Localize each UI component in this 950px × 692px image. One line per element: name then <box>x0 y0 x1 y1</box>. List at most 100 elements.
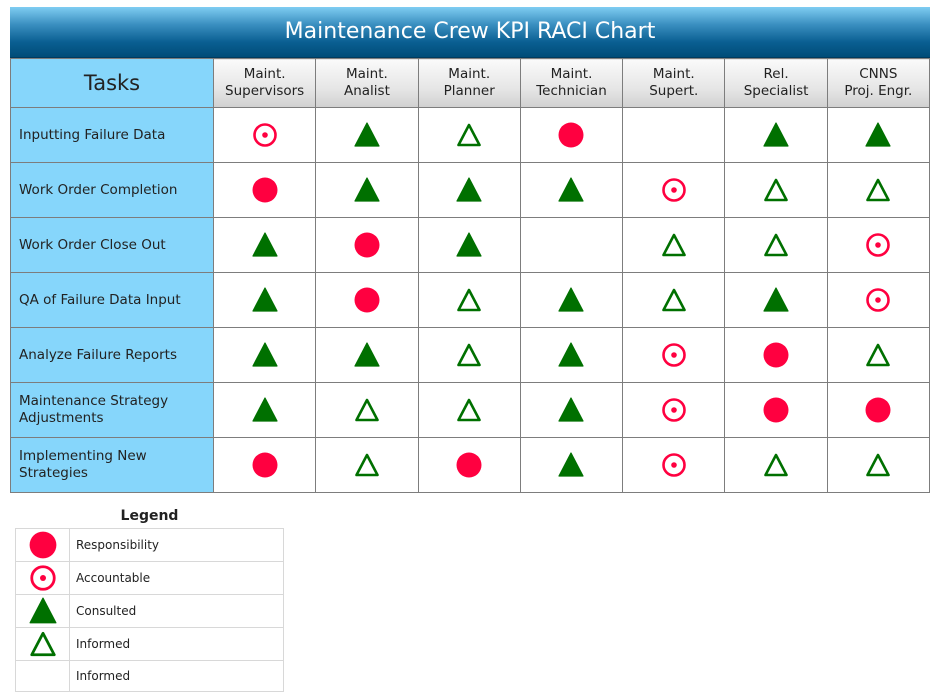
informed-triangle-icon <box>29 631 56 657</box>
raci-cell-r <box>826 382 931 438</box>
raci-cell-c <box>519 162 624 218</box>
column-header: Maint. Supervisors <box>212 58 317 108</box>
column-header-line: Technician <box>536 83 607 99</box>
informed-triangle-icon <box>764 178 788 202</box>
accountable-ring-icon <box>866 233 891 257</box>
column-header: Maint. Planner <box>417 58 521 108</box>
consulted-triangle-icon <box>252 287 278 312</box>
raci-cell-a <box>826 217 931 273</box>
consulted-triangle-icon <box>558 177 585 202</box>
accountable-ring-icon <box>29 565 56 591</box>
responsible-circle-icon <box>252 452 278 478</box>
consulted-triangle-icon <box>558 342 585 367</box>
table-row: Maintenance Strategy Adjustments <box>10 382 931 438</box>
legend-entry: Consulted <box>15 594 284 628</box>
accountable-ring-icon <box>661 178 686 202</box>
chart-title: Maintenance Crew KPI RACI Chart <box>10 7 930 58</box>
raci-cell-i <box>622 272 726 328</box>
legend-label: Informed <box>69 627 284 661</box>
raci-cell-a <box>826 272 931 328</box>
raci-cell-c <box>212 382 317 438</box>
informed-triangle-icon <box>866 453 891 477</box>
informed-triangle-icon <box>764 233 788 257</box>
legend-label: Responsibility <box>69 528 284 562</box>
raci-cell-i <box>315 382 419 438</box>
column-header-line: Planner <box>443 83 495 99</box>
responsible-circle-icon <box>252 177 278 203</box>
consulted-triangle-icon <box>763 287 789 312</box>
column-header-line: Maint. <box>243 66 286 82</box>
legend: Legend Responsibility Accountable Consulte… <box>15 506 284 692</box>
column-header-line: Maint. <box>550 66 593 82</box>
raci-cell-c <box>826 107 931 163</box>
raci-cell-a <box>212 107 317 163</box>
accountable-ring-icon <box>866 288 891 312</box>
column-header-line: Supervisors <box>225 83 305 99</box>
legend-icon-cell <box>15 561 70 595</box>
task-label: QA of Failure Data Input <box>10 272 214 328</box>
consulted-triangle-icon <box>865 122 891 147</box>
raci-cell-i <box>417 107 521 163</box>
accountable-ring-icon <box>661 398 686 422</box>
column-header-line: Specialist <box>743 83 809 99</box>
raci-cell-i <box>417 382 521 438</box>
task-label-line: QA of Failure Data Input <box>19 291 181 308</box>
raci-cell-r <box>212 162 317 218</box>
legend-title: Legend <box>120 508 179 524</box>
informed-triangle-icon <box>866 343 891 367</box>
task-label-line: Adjustments <box>19 410 104 426</box>
raci-cell-i <box>826 162 931 218</box>
raci-cell-c <box>519 272 624 328</box>
table-row: Work Order Close Out <box>10 217 931 273</box>
informed-triangle-icon <box>764 453 788 477</box>
column-header: Maint. Analist <box>315 58 419 108</box>
table-row: Work Order Completion <box>10 162 931 218</box>
raci-cell-r <box>315 217 419 273</box>
legend-icon-cell <box>15 594 70 628</box>
column-header-line: Maint. <box>652 66 695 82</box>
task-label-line: Inputting Failure Data <box>19 126 166 143</box>
consulted-triangle-icon <box>252 232 278 257</box>
raci-cell-r <box>315 272 419 328</box>
raci-cell-c <box>212 327 317 383</box>
tasks-header: Tasks <box>10 58 214 108</box>
column-header: Rel. Specialist <box>724 58 828 108</box>
raci-cell-a <box>622 437 726 493</box>
consulted-triangle-icon <box>456 232 482 257</box>
raci-cell-c <box>519 437 624 493</box>
column-header-line: Rel. <box>763 66 789 82</box>
informed-triangle-icon <box>661 233 686 257</box>
responsible-circle-icon <box>763 342 789 368</box>
raci-cell-i <box>724 217 828 273</box>
responsible-circle-icon <box>558 122 584 148</box>
table-row: Implementing New Strategies <box>10 437 931 493</box>
accountable-ring-icon <box>252 123 277 147</box>
consulted-triangle-icon <box>456 177 482 202</box>
task-label-line: Maintenance Strategy <box>19 393 169 409</box>
consulted-triangle-icon <box>558 287 585 312</box>
raci-cell-i <box>826 437 931 493</box>
table-row: Analyze Failure Reports <box>10 327 931 383</box>
raci-cell-c <box>519 327 624 383</box>
task-label: Implementing New Strategies <box>10 437 214 493</box>
raci-cell-i <box>826 327 931 383</box>
column-header: CNNS Proj. Engr. <box>826 58 931 108</box>
responsible-circle-icon <box>865 397 891 423</box>
raci-cell-r <box>724 327 828 383</box>
legend-entry: Informed <box>15 627 284 661</box>
task-label: Inputting Failure Data <box>10 107 214 163</box>
task-label: Analyze Failure Reports <box>10 327 214 383</box>
informed-triangle-icon <box>866 178 891 202</box>
informed-triangle-icon <box>661 288 686 312</box>
raci-cell-i <box>417 327 521 383</box>
raci-cell-c <box>724 272 828 328</box>
header-row: Tasks Maint. Supervisors Maint. Analist Main… <box>10 58 931 108</box>
raci-cell-c <box>417 217 521 273</box>
column-header-line: Supert. <box>649 83 699 99</box>
informed-triangle-icon <box>457 343 482 367</box>
table-body: Inputting Failure Data Work Order Complet… <box>10 107 931 493</box>
raci-cell-r <box>417 437 521 493</box>
responsible-circle-icon <box>29 531 56 559</box>
responsible-circle-icon <box>763 397 789 423</box>
raci-cell-empty <box>519 217 624 273</box>
